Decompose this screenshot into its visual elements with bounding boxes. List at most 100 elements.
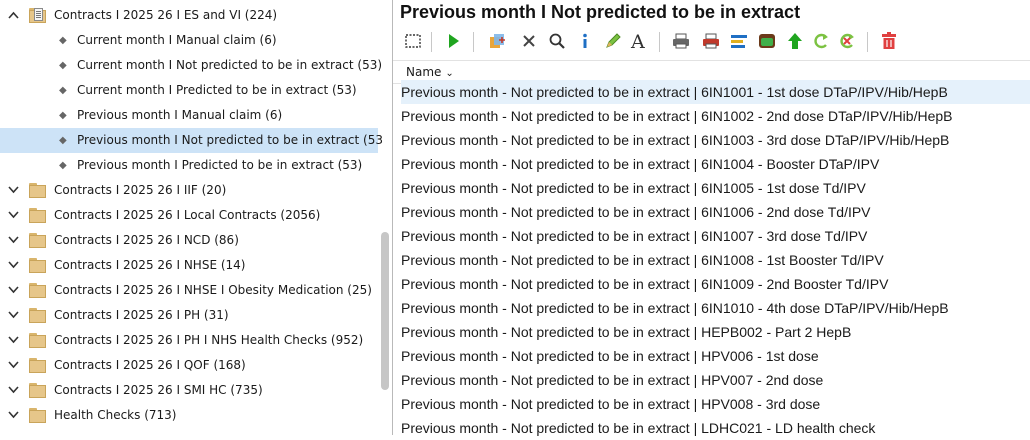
chevron-down-icon[interactable] <box>8 378 22 403</box>
list-item[interactable]: Previous month - Not predicted to be in … <box>401 368 1030 392</box>
tree-item-label: Health Checks (713) <box>54 408 177 422</box>
list-item[interactable]: Previous month - Not predicted to be in … <box>401 392 1030 416</box>
folder-icon <box>29 333 46 348</box>
toolbar-separator <box>431 32 432 52</box>
tree-item-child[interactable]: ◆ Previous month I Predicted to be in ext… <box>0 153 378 178</box>
tree-item-label: Contracts I 2025 26 I SMI HC (735) <box>54 383 263 397</box>
toolbar-separator <box>473 32 474 52</box>
tree-item-label: Current month I Predicted to be in extra… <box>77 83 357 97</box>
tree-item-label: Contracts I 2025 26 I PH (31) <box>54 308 229 322</box>
folder-icon <box>29 408 46 423</box>
tree-item-label: Current month I Not predicted to be in e… <box>77 58 383 72</box>
refresh-red-icon[interactable] <box>835 29 859 53</box>
print-icon[interactable] <box>669 29 693 53</box>
tree-item-label: Previous month I Not predicted to be in … <box>77 133 383 147</box>
scrollbar-thumb[interactable] <box>381 232 389 390</box>
tree-item-folder[interactable]: Contracts I 2025 26 I SMI HC (735) <box>0 378 378 403</box>
tree-item-label: Contracts I 2025 26 I NCD (86) <box>54 233 239 247</box>
trash-icon[interactable] <box>877 29 901 53</box>
list-item[interactable]: Previous month - Not predicted to be in … <box>401 224 1030 248</box>
tree-item-child[interactable]: ◆ Previous month I Not predicted to be in… <box>0 128 383 153</box>
list-item[interactable]: Previous month - Not predicted to be in … <box>401 80 1030 104</box>
tree-item-label: Previous month I Manual claim (6) <box>77 108 283 122</box>
list-item[interactable]: Previous month - Not predicted to be in … <box>401 416 1030 440</box>
export-icon[interactable] <box>727 29 751 53</box>
print-report-icon[interactable] <box>699 29 723 53</box>
tree-item-label: Contracts I 2025 26 I PH I NHS Health Ch… <box>54 333 364 347</box>
tree-item-label: Contracts I 2025 26 I Local Contracts (2… <box>54 208 321 222</box>
select-icon[interactable] <box>401 29 425 53</box>
chevron-down-icon[interactable]: ⌄ <box>445 68 453 79</box>
move-up-icon[interactable] <box>783 29 807 53</box>
search-icon[interactable] <box>545 29 569 53</box>
folder-icon <box>29 258 46 273</box>
bullet-icon: ◆ <box>59 135 67 146</box>
info-icon[interactable] <box>573 29 597 53</box>
list-item[interactable]: Previous month - Not predicted to be in … <box>401 200 1030 224</box>
list-item[interactable]: Previous month - Not predicted to be in … <box>401 248 1030 272</box>
list-item[interactable]: Previous month - Not predicted to be in … <box>401 128 1030 152</box>
tree-item-folder[interactable]: Contracts I 2025 26 I PH (31) <box>0 303 378 328</box>
chevron-down-icon[interactable] <box>8 178 22 203</box>
chevron-down-icon[interactable] <box>8 253 22 278</box>
folder-icon <box>29 358 46 373</box>
list-item[interactable]: Previous month - Not predicted to be in … <box>401 320 1030 344</box>
tree-item-folder[interactable]: Contracts I 2025 26 I IIF (20) <box>0 178 378 203</box>
bullet-icon: ◆ <box>59 160 67 171</box>
chevron-down-icon[interactable] <box>8 203 22 228</box>
bullet-icon: ◆ <box>59 60 67 71</box>
tree-item-child[interactable]: ◆ Current month I Predicted to be in extr… <box>0 78 378 103</box>
tree-item-label: Contracts I 2025 26 I NHSE I Obesity Med… <box>54 283 372 297</box>
tree-item-folder[interactable]: Contracts I 2025 26 I QOF (168) <box>0 353 378 378</box>
tree-item-folder[interactable]: Contracts I 2025 26 I PH I NHS Health Ch… <box>0 328 378 353</box>
list-item[interactable]: Previous month - Not predicted to be in … <box>401 296 1030 320</box>
bullet-icon: ◆ <box>59 35 67 46</box>
list-item[interactable]: Previous month - Not predicted to be in … <box>401 344 1030 368</box>
tree-item-label: Contracts I 2025 26 I QOF (168) <box>54 358 246 372</box>
list-item[interactable]: Previous month - Not predicted to be in … <box>401 104 1030 128</box>
bullet-icon: ◆ <box>59 85 67 96</box>
tree-item-folder[interactable]: Contracts I 2025 26 I NHSE I Obesity Med… <box>0 278 378 303</box>
delete-icon[interactable] <box>517 29 541 53</box>
chevron-down-icon[interactable] <box>8 353 22 378</box>
folder-document-icon <box>29 8 46 23</box>
tree-item-folder[interactable]: Health Checks (713) <box>0 403 378 428</box>
report-icon[interactable] <box>755 29 779 53</box>
page-title: Previous month I Not predicted to be in … <box>400 2 801 22</box>
list-item[interactable]: Previous month - Not predicted to be in … <box>401 152 1030 176</box>
tree-item-label: Contracts I 2025 26 I ES and VI (224) <box>54 8 278 22</box>
run-icon[interactable] <box>441 29 465 53</box>
folder-icon <box>29 383 46 398</box>
main-panel: Previous month I Not predicted to be in … <box>393 0 1030 436</box>
folder-icon <box>29 183 46 198</box>
tree-item-child[interactable]: ◆ Current month I Not predicted to be in … <box>0 53 382 78</box>
tree-item-label: Previous month I Predicted to be in extr… <box>77 158 363 172</box>
folder-icon <box>29 283 46 298</box>
toolbar: A <box>401 29 1029 55</box>
tree-item-child[interactable]: ◆ Previous month I Manual claim (6) <box>0 103 378 128</box>
refresh-icon[interactable] <box>809 29 833 53</box>
toolbar-separator <box>659 32 660 52</box>
folder-icon <box>29 308 46 323</box>
chevron-up-icon[interactable] <box>8 3 22 28</box>
tree-item-child[interactable]: ◆ Current month I Manual claim (6) <box>0 28 378 53</box>
tree-item-label: Contracts I 2025 26 I IIF (20) <box>54 183 227 197</box>
chevron-down-icon[interactable] <box>8 228 22 253</box>
add-rule-icon[interactable] <box>485 29 509 53</box>
svg-text:A: A <box>630 31 645 51</box>
font-icon[interactable]: A <box>627 29 651 53</box>
chevron-down-icon[interactable] <box>8 328 22 353</box>
chevron-down-icon[interactable] <box>8 403 22 428</box>
tree-item-folder[interactable]: Contracts I 2025 26 I Local Contracts (2… <box>0 203 378 228</box>
chevron-down-icon[interactable] <box>8 303 22 328</box>
list-item[interactable]: Previous month - Not predicted to be in … <box>401 176 1030 200</box>
tree-item-es-and-vi[interactable]: Contracts I 2025 26 I ES and VI (224) <box>0 3 378 28</box>
tree-item-label: Contracts I 2025 26 I NHSE (14) <box>54 258 246 272</box>
list-item[interactable]: Previous month - Not predicted to be in … <box>401 272 1030 296</box>
tree-item-folder[interactable]: Contracts I 2025 26 I NCD (86) <box>0 228 378 253</box>
folder-icon <box>29 233 46 248</box>
tree-item-folder[interactable]: Contracts I 2025 26 I NHSE (14) <box>0 253 378 278</box>
edit-icon[interactable] <box>601 29 625 53</box>
bullet-icon: ◆ <box>59 110 67 121</box>
chevron-down-icon[interactable] <box>8 278 22 303</box>
